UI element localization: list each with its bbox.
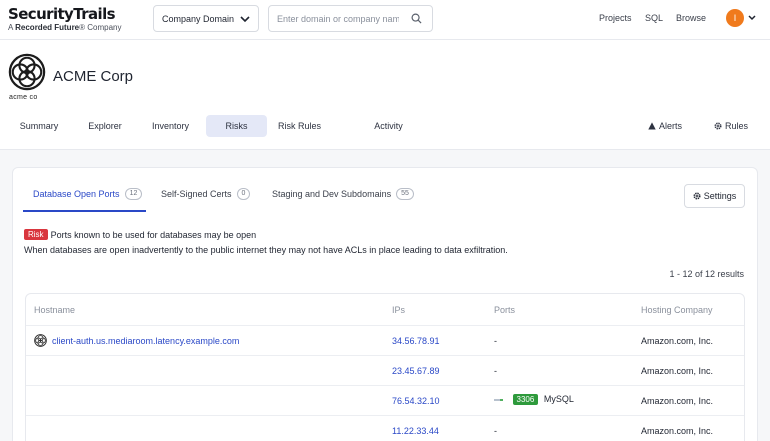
col-header-ports: Ports: [494, 305, 516, 315]
results-count: 1 - 12 of 12 results: [669, 269, 744, 279]
port-badge[interactable]: 3306: [512, 394, 539, 405]
rules-link[interactable]: Rules: [714, 121, 748, 131]
chevron-down-icon: [240, 16, 250, 23]
tab-summary[interactable]: Summary: [12, 115, 66, 137]
tab-inventory[interactable]: Inventory: [143, 115, 198, 137]
securitytrails-logo[interactable]: SecurityTrails A Recorded Future® Compan…: [8, 6, 122, 33]
company-header: acme co ACME Corp Summary Explorer Inven…: [0, 40, 770, 150]
warning-icon: [648, 122, 656, 130]
table-row: 76.54.32.10 3306 MySQL Amazon.com, Inc.: [26, 385, 744, 415]
port-value: -: [494, 426, 497, 436]
hosting-company: Amazon.com, Inc.: [641, 426, 714, 436]
search-type-value: Company Domain: [162, 13, 235, 24]
tab-activity[interactable]: Activity: [365, 115, 412, 137]
subtab-label: Self-Signed Certs: [161, 189, 232, 199]
subtab-label: Staging and Dev Subdomains: [272, 189, 392, 199]
alerts-label: Alerts: [659, 121, 683, 131]
gear-icon: [693, 192, 701, 200]
risk-summary: Risk Ports known to be used for database…: [24, 229, 256, 240]
table-row: 11.22.33.44 - Amazon.com, Inc.: [26, 415, 744, 441]
risk-description: When databases are open inadvertently to…: [24, 245, 508, 255]
count-badge: 55: [396, 188, 414, 200]
search-type-select[interactable]: Company Domain: [153, 5, 259, 32]
alerts-link[interactable]: Alerts: [648, 121, 682, 131]
port-value: -: [494, 366, 497, 376]
subtab-database-open-ports[interactable]: Database Open Ports 12: [33, 188, 143, 200]
port-value: -: [494, 336, 497, 346]
acme-logo-icon: [8, 53, 46, 91]
logo-tagline: A Recorded Future® Company: [8, 23, 122, 32]
hosting-company: Amazon.com, Inc.: [641, 396, 714, 406]
search-input[interactable]: [269, 13, 399, 24]
tab-risk-rules[interactable]: Risk Rules: [273, 115, 326, 137]
company-logo-caption: acme co: [9, 94, 38, 101]
settings-label: Settings: [703, 191, 737, 201]
service-icon: [494, 398, 503, 401]
risk-summary-text: Ports known to be used for databases may…: [50, 229, 257, 240]
table-row: 23.45.67.89 - Amazon.com, Inc.: [26, 355, 744, 385]
tab-risks[interactable]: Risks: [206, 115, 267, 137]
rules-label: Rules: [725, 121, 749, 131]
subtab-label: Database Open Ports: [33, 189, 120, 199]
subtab-staging-dev-subdomains[interactable]: Staging and Dev Subdomains 55: [272, 188, 414, 200]
hosting-company: Amazon.com, Inc.: [641, 336, 714, 346]
tab-explorer[interactable]: Explorer: [80, 115, 130, 137]
count-badge: 0: [236, 188, 251, 200]
ip-link[interactable]: 23.45.67.89: [392, 366, 440, 376]
company-logo-icon: [34, 334, 47, 347]
col-header-ips: IPs: [392, 305, 406, 315]
ip-link[interactable]: 34.56.78.91: [392, 336, 440, 346]
top-bar: SecurityTrails A Recorded Future® Compan…: [0, 0, 770, 40]
table-row: client-auth.us.mediaroom.latency.example…: [26, 325, 744, 355]
nav-projects[interactable]: Projects: [599, 13, 632, 23]
settings-button[interactable]: Settings: [684, 184, 745, 208]
chevron-down-icon[interactable]: [748, 14, 756, 21]
subtab-self-signed-certs[interactable]: Self-Signed Certs 0: [161, 188, 251, 200]
nav-browse[interactable]: Browse: [676, 13, 706, 23]
col-header-hostname: Hostname: [34, 305, 76, 315]
port-cell: 3306 MySQL: [494, 394, 574, 405]
logo-wordmark: SecurityTrails: [8, 5, 116, 23]
search-box: [268, 5, 433, 32]
search-icon[interactable]: [411, 13, 422, 24]
count-badge: 12: [124, 188, 143, 200]
service-name: MySQL: [543, 394, 574, 404]
ip-link[interactable]: 11.22.33.44: [392, 426, 439, 436]
ip-link[interactable]: 76.54.32.10: [392, 396, 440, 406]
risk-badge: Risk: [24, 229, 48, 240]
risk-card: Database Open Ports 12 Self-Signed Certs…: [12, 167, 758, 441]
hostname-link[interactable]: client-auth.us.mediaroom.latency.example…: [52, 336, 239, 346]
col-header-hosting: Hosting Company: [641, 305, 713, 315]
active-subtab-indicator: [23, 210, 146, 212]
company-name: ACME Corp: [53, 68, 134, 85]
user-avatar[interactable]: I: [726, 9, 744, 27]
gear-icon: [714, 122, 722, 130]
results-table: Hostname IPs Ports Hosting Company clien…: [25, 293, 745, 441]
nav-sql[interactable]: SQL: [645, 13, 663, 23]
hosting-company: Amazon.com, Inc.: [641, 366, 714, 376]
